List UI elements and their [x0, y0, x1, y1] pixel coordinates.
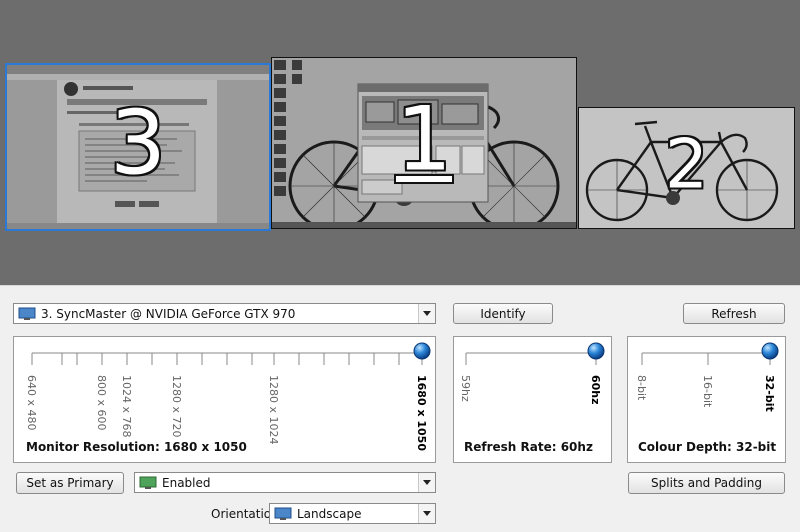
refresh-button[interactable]: Refresh — [683, 303, 785, 324]
monitor-2-thumbnail[interactable]: 2 — [578, 107, 795, 229]
identify-button[interactable]: Identify — [453, 303, 553, 324]
orientation-select[interactable]: Landscape — [269, 503, 436, 524]
monitor-1-thumbnail[interactable]: 1 — [271, 57, 577, 229]
display-select[interactable]: 3. SyncMaster @ NVIDIA GeForce GTX 970 — [13, 303, 436, 324]
monitor-2-number: 2 — [664, 125, 709, 205]
colour-depth-tick-label: 8-bit — [635, 375, 648, 401]
monitor-preview-area: 3 1 2 — [0, 0, 800, 285]
enabled-select[interactable]: Enabled — [134, 472, 436, 493]
refresh-rate-slider[interactable] — [454, 337, 611, 377]
chevron-down-icon[interactable] — [418, 304, 435, 323]
resolution-tick-label: 640 x 480 — [25, 375, 38, 431]
refresh-rate-caption: Refresh Rate: 60hz — [464, 440, 593, 454]
resolution-tick-label: 1280 x 720 — [170, 375, 183, 438]
colour-depth-tick-label: 16-bit — [701, 375, 714, 408]
colour-depth-slider-box: 8-bit 16-bit 32-bit Colour Depth: 32-bit — [627, 336, 786, 463]
monitor-3-number: 3 — [110, 91, 166, 195]
resolution-caption: Monitor Resolution: 1680 x 1050 — [26, 440, 247, 454]
monitor-3-thumbnail[interactable]: 3 — [5, 63, 271, 231]
monitor-icon — [18, 307, 36, 320]
refresh-rate-tick-label-selected: 60hz — [589, 375, 602, 405]
resolution-tick-label: 800 x 600 — [95, 375, 108, 431]
colour-depth-tick-label-selected: 32-bit — [763, 375, 776, 412]
set-as-primary-button[interactable]: Set as Primary — [16, 472, 124, 494]
monitor-icon — [274, 507, 292, 520]
chevron-down-icon[interactable] — [418, 504, 435, 523]
resolution-tick-label: 1024 x 768 — [120, 375, 133, 438]
resolution-slider-box: 640 x 480 800 x 600 1024 x 768 1280 x 72… — [13, 336, 436, 463]
refresh-rate-slider-thumb[interactable] — [587, 342, 605, 360]
panel-divider — [0, 285, 800, 286]
primary-monitor-underline — [396, 176, 452, 182]
refresh-rate-tick-label: 59hz — [459, 375, 472, 402]
monitor-1-number: 1 — [396, 87, 452, 191]
enabled-select-value: Enabled — [162, 475, 211, 490]
colour-depth-slider-thumb[interactable] — [761, 342, 779, 360]
orientation-select-value: Landscape — [297, 506, 362, 521]
resolution-slider-thumb[interactable] — [413, 342, 431, 360]
resolution-tick-label-selected: 1680 x 1050 — [415, 375, 428, 451]
colour-depth-caption: Colour Depth: 32-bit — [638, 440, 777, 454]
refresh-rate-slider-box: 59hz 60hz Refresh Rate: 60hz — [453, 336, 612, 463]
chevron-down-icon[interactable] — [418, 473, 435, 492]
display-select-value: 3. SyncMaster @ NVIDIA GeForce GTX 970 — [41, 306, 296, 321]
resolution-slider[interactable] — [14, 337, 435, 397]
resolution-tick-label: 1280 x 1024 — [267, 375, 280, 445]
monitor-icon — [139, 476, 157, 489]
colour-depth-slider[interactable] — [628, 337, 785, 377]
splits-and-padding-button[interactable]: Splits and Padding — [628, 472, 785, 494]
